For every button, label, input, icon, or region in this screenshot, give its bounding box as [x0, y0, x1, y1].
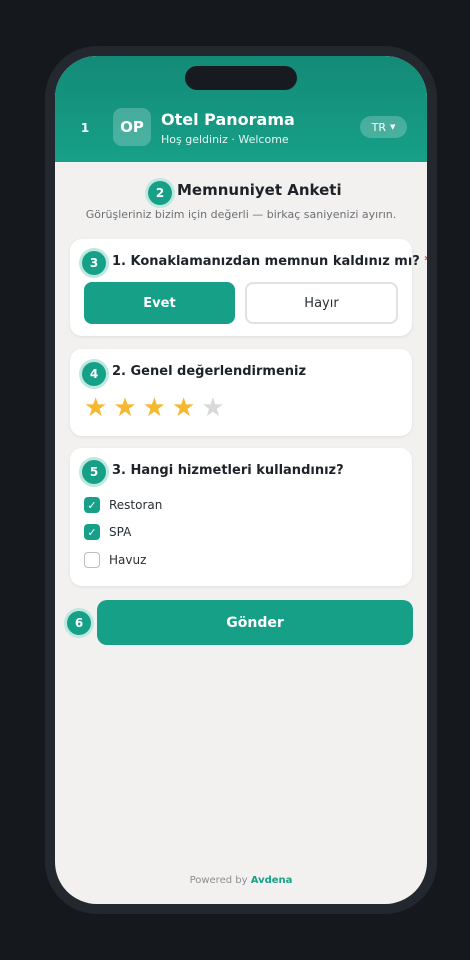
yes-button[interactable]: Evet: [84, 282, 235, 324]
question-card-2: 4 2. Genel değerlendirmeniz ★ ★ ★ ★ ★: [70, 349, 412, 436]
marker-2: 2: [148, 181, 172, 205]
survey-title: Memnuniyet Anketi: [177, 181, 342, 199]
marker-1: 1: [80, 121, 90, 135]
required-mark: *: [424, 254, 427, 269]
marker-5: 5: [82, 460, 106, 484]
marker-3: 3: [82, 251, 106, 275]
star-empty-icon[interactable]: ★: [201, 395, 224, 421]
question-1-title: 1. Konaklamanızdan memnun kaldınız mı? *: [112, 254, 427, 269]
submit-button[interactable]: Gönder: [97, 600, 413, 645]
option-havuz[interactable]: Havuz: [84, 552, 146, 568]
survey-subtitle: Görüşleriniz bizim için değerli — birkaç…: [85, 208, 397, 221]
star-icon[interactable]: ★: [84, 395, 107, 421]
question-3-title: 3. Hangi hizmetleri kullandınız?: [112, 463, 344, 478]
option-label: SPA: [109, 525, 132, 539]
question-1-text: 1. Konaklamanızdan memnun kaldınız mı?: [112, 254, 420, 269]
checkbox-checked-icon[interactable]: ✓: [84, 497, 100, 513]
phone-screen: 1 OP Otel Panorama Hoş geldiniz · Welcom…: [55, 56, 427, 904]
app-header: 1 OP Otel Panorama Hoş geldiniz · Welcom…: [55, 56, 427, 162]
option-spa[interactable]: ✓ SPA: [84, 524, 131, 540]
star-icon[interactable]: ★: [113, 395, 136, 421]
camera-notch: [185, 66, 297, 90]
checkbox-checked-icon[interactable]: ✓: [84, 524, 100, 540]
option-restoran[interactable]: ✓ Restoran: [84, 497, 162, 513]
question-card-1: 3 1. Konaklamanızdan memnun kaldınız mı?…: [70, 239, 427, 336]
language-label: TR: [371, 120, 386, 134]
option-label: Restoran: [109, 498, 163, 512]
star-rating[interactable]: ★ ★ ★ ★ ★: [84, 395, 225, 421]
marker-4: 4: [82, 362, 106, 386]
hotel-name: Otel Panorama: [161, 110, 295, 129]
footer-prefix: Powered by: [189, 875, 248, 886]
hotel-logo: OP: [113, 108, 151, 146]
question-card-3: 5 3. Hangi hizmetleri kullandınız? ✓ Res…: [70, 448, 412, 586]
powered-by-footer: Powered by Avdena: [55, 875, 427, 886]
star-icon[interactable]: ★: [143, 395, 166, 421]
chevron-down-icon: ▼: [389, 123, 396, 131]
marker-6: 6: [67, 611, 91, 635]
checkbox-empty-icon[interactable]: [84, 552, 100, 568]
no-button[interactable]: Hayır: [245, 282, 398, 324]
footer-brand-link[interactable]: Avdena: [251, 875, 293, 886]
question-2-title: 2. Genel değerlendirmeniz: [112, 364, 307, 379]
language-selector[interactable]: TR ▼: [360, 116, 407, 138]
option-label: Havuz: [109, 553, 147, 567]
welcome-text: Hoş geldiniz · Welcome: [161, 133, 289, 146]
star-icon[interactable]: ★: [172, 395, 195, 421]
